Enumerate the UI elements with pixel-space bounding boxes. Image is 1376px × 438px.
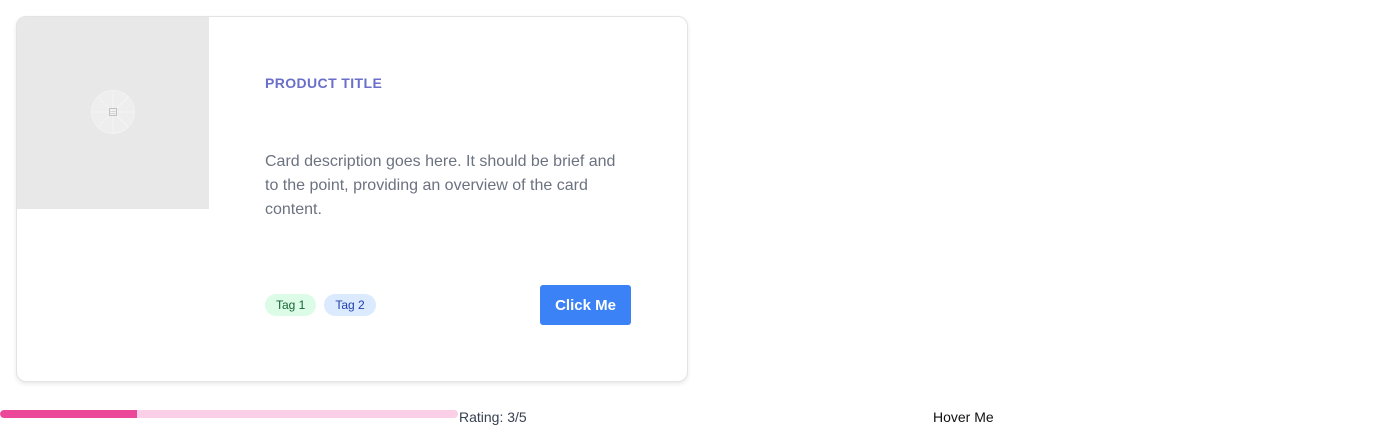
progress-bar-fill bbox=[0, 410, 138, 418]
card-image bbox=[17, 17, 209, 209]
card-tags: Tag 1 Tag 2 bbox=[265, 294, 376, 316]
card-title: PRODUCT TITLE bbox=[265, 75, 383, 91]
rating-label: Rating: 3/5 bbox=[459, 409, 527, 425]
tag-2: Tag 2 bbox=[324, 294, 376, 316]
tag-1: Tag 1 bbox=[265, 294, 317, 316]
product-card: PRODUCT TITLE Card description goes here… bbox=[16, 16, 688, 382]
progress-bar bbox=[0, 410, 458, 418]
image-placeholder-icon bbox=[92, 91, 134, 133]
hover-me-text[interactable]: Hover Me bbox=[933, 409, 994, 425]
click-me-button[interactable]: Click Me bbox=[540, 285, 631, 325]
card-description: Card description goes here. It should be… bbox=[265, 153, 616, 218]
page: PRODUCT TITLE Card description goes here… bbox=[0, 0, 1376, 438]
